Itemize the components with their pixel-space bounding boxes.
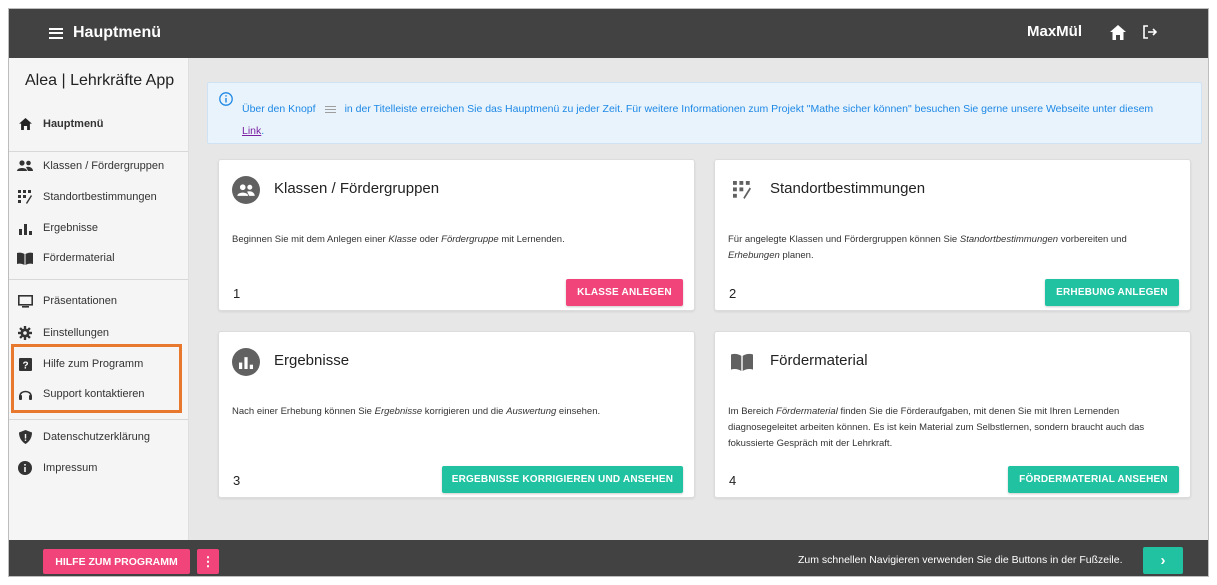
bar-chart-icon xyxy=(232,348,260,376)
people-icon xyxy=(232,176,260,204)
view-results-button[interactable]: ERGEBNISSE KORRIGIEREN UND ANSEHEN xyxy=(442,466,683,493)
highlight-box xyxy=(11,344,182,413)
app-window: Hauptmenü MaxMül Alea | Lehrkräfte App H… xyxy=(8,8,1209,577)
main-menu-button[interactable]: Hauptmenü xyxy=(37,17,167,49)
home-icon[interactable] xyxy=(1107,21,1129,43)
card-standortbestimmungen: Standortbestimmungen Für angelegte Klass… xyxy=(714,159,1191,311)
card-number: 3 xyxy=(233,473,241,488)
sidebar-item-einstellungen[interactable]: Einstellungen xyxy=(17,320,183,346)
info-text-after: in der Titelleiste erreichen Sie das Hau… xyxy=(344,103,1154,115)
username[interactable]: MaxMül xyxy=(1027,23,1082,40)
card-title: Standortbestimmungen xyxy=(770,180,926,197)
card-foerdermaterial: Fördermaterial Im Bereich Fördermaterial… xyxy=(714,331,1191,498)
card-description: Im Bereich Fördermaterial finden Sie die… xyxy=(728,406,1145,449)
gear-icon xyxy=(17,325,33,341)
card-description: Beginnen Sie mit dem Anlegen einer Klass… xyxy=(232,234,565,245)
sidebar-item-label: Fördermaterial xyxy=(43,252,115,264)
create-survey-button[interactable]: ERHEBUNG ANLEGEN xyxy=(1045,279,1179,306)
sidebar-item-ergebnisse[interactable]: Ergebnisse xyxy=(17,215,183,241)
card-description: Nach einer Erhebung können Sie Ergebniss… xyxy=(232,406,601,417)
sidebar: Alea | Lehrkräfte App Hauptmenü Klassen … xyxy=(9,58,189,540)
card-title: Ergebnisse xyxy=(274,352,350,369)
create-class-button[interactable]: KLASSE ANLEGEN xyxy=(566,279,683,306)
dialpad-icon xyxy=(728,176,756,204)
logout-icon[interactable] xyxy=(1139,21,1161,43)
sidebar-item-label: Einstellungen xyxy=(43,327,110,339)
sidebar-item-label: Standortbestimmungen xyxy=(43,191,157,203)
card-number: 1 xyxy=(233,286,241,301)
sidebar-item-label: Impressum xyxy=(43,462,98,474)
info-text-before: Über den Knopf xyxy=(242,103,316,115)
hamburger-icon xyxy=(324,105,336,113)
top-bar: Hauptmenü MaxMül xyxy=(9,9,1208,58)
sidebar-item-hauptmenu[interactable]: Hauptmenü xyxy=(17,111,183,137)
sidebar-item-datenschutz[interactable]: Datenschutzerklärung xyxy=(17,424,183,450)
home-icon xyxy=(17,116,33,132)
info-link-wrap: Link. xyxy=(242,125,264,137)
more-options-button[interactable]: ⋮ xyxy=(197,549,219,574)
project-link[interactable]: Link xyxy=(242,125,261,137)
divider xyxy=(9,151,188,152)
sidebar-item-impressum[interactable]: Impressum xyxy=(17,455,183,481)
info-icon xyxy=(219,92,233,109)
view-material-button[interactable]: FÖRDERMATERIAL ANSEHEN xyxy=(1008,466,1179,493)
monitor-icon xyxy=(17,293,33,309)
book-icon xyxy=(17,250,33,266)
dialpad-icon xyxy=(17,189,33,205)
shield-icon xyxy=(17,429,33,445)
sidebar-item-standortbestimmungen[interactable]: Standortbestimmungen xyxy=(17,184,183,210)
footer-bar: HILFE ZUM PROGRAMM ⋮ Zum schnellen Navig… xyxy=(9,540,1208,576)
info-icon xyxy=(17,460,33,476)
sidebar-item-label: Hauptmenü xyxy=(43,118,104,130)
book-icon xyxy=(728,348,756,376)
footer-hint: Zum schnellen Navigieren verwenden Sie d… xyxy=(798,554,1123,566)
sidebar-item-label: Klassen / Fördergruppen xyxy=(43,160,165,172)
card-number: 2 xyxy=(729,286,737,301)
link-suffix: . xyxy=(261,125,265,137)
divider xyxy=(9,419,188,420)
hamburger-icon xyxy=(49,27,63,39)
info-text: Über den Knopf in der Titelleiste erreich… xyxy=(242,103,1153,115)
sidebar-item-praesentationen[interactable]: Präsentationen xyxy=(17,288,183,314)
app-title: Alea | Lehrkräfte App xyxy=(25,72,175,89)
main-menu-label: Hauptmenü xyxy=(73,24,161,41)
card-title: Fördermaterial xyxy=(770,352,868,369)
sidebar-item-klassen[interactable]: Klassen / Fördergruppen xyxy=(17,153,183,179)
card-ergebnisse: Ergebnisse Nach einer Erhebung können Si… xyxy=(218,331,695,498)
info-banner: Über den Knopf in der Titelleiste erreich… xyxy=(207,82,1202,144)
sidebar-item-foerdermaterial[interactable]: Fördermaterial xyxy=(17,245,183,271)
divider xyxy=(9,279,188,280)
next-button[interactable]: › xyxy=(1143,547,1183,574)
card-title: Klassen / Fördergruppen xyxy=(274,180,440,197)
sidebar-item-label: Ergebnisse xyxy=(43,222,99,234)
people-icon xyxy=(17,158,33,174)
sidebar-item-label: Präsentationen xyxy=(43,295,117,307)
card-klassen: Klassen / Fördergruppen Beginnen Sie mit… xyxy=(218,159,695,311)
card-number: 4 xyxy=(729,473,737,488)
card-description: Für angelegte Klassen und Fördergruppen … xyxy=(728,234,1127,261)
help-button[interactable]: HILFE ZUM PROGRAMM xyxy=(43,549,190,574)
sidebar-item-label: Datenschutzerklärung xyxy=(43,431,151,443)
bar-chart-icon xyxy=(17,220,33,236)
